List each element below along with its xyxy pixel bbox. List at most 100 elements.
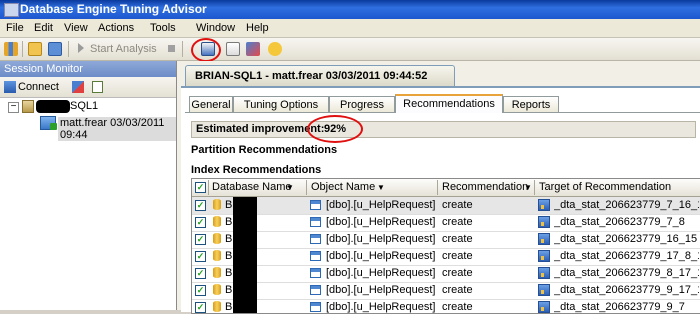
menu-file[interactable]: File	[6, 22, 24, 34]
toolbar-separator	[182, 41, 183, 57]
table-row[interactable]: ✓ B [dbo].[u_HelpRequest] create _dta_stat_2…	[192, 248, 700, 266]
window-title: Database Engine Tuning Advisor	[20, 2, 207, 16]
session-monitor-header: Session Monitor	[0, 61, 176, 77]
tab-reports[interactable]: Reports	[503, 96, 559, 112]
statistics-icon	[538, 199, 550, 211]
database-icon	[213, 284, 221, 295]
table-row[interactable]: ✓ B [dbo].[u_HelpRequest] create _dta_stat_2…	[192, 299, 700, 313]
object-name-cell: [dbo].[u_HelpRequest]	[326, 233, 436, 245]
statistics-icon	[538, 233, 550, 245]
col-object-name-dropdown-icon[interactable]: ▼	[377, 183, 385, 192]
row-checkbox[interactable]: ✓	[195, 285, 206, 296]
col-recommendation-dropdown-icon[interactable]: ▼	[524, 183, 532, 192]
select-all-checkbox[interactable]: ✓	[195, 182, 206, 193]
statistics-icon	[538, 267, 550, 279]
session-tree-item[interactable]: matt.frear 03/03/2011 09:44	[58, 117, 176, 141]
object-name-cell: [dbo].[u_HelpRequest]	[326, 301, 436, 313]
table-row[interactable]: ✓ B [dbo].[u_HelpRequest] create _dta_stat_2…	[192, 282, 700, 300]
tab-general[interactable]: General	[189, 96, 233, 112]
redacted-database-name	[233, 231, 257, 248]
statistics-icon	[538, 216, 550, 228]
redacted-database-name	[233, 248, 257, 265]
tab-strip: General Tuning Options Progress Recommen…	[185, 94, 700, 113]
recommendation-cell: create	[442, 199, 473, 211]
database-name-cell: B	[225, 284, 233, 296]
open-file-icon[interactable]	[28, 42, 42, 56]
tree-collapse-toggle[interactable]: −	[8, 102, 19, 113]
grid-header: ✓ Database Name ▼ Object Name ▼ Recommen…	[192, 179, 700, 197]
row-checkbox[interactable]: ✓	[195, 302, 206, 313]
menu-help[interactable]: Help	[246, 22, 269, 34]
database-icon	[213, 233, 221, 244]
target-cell: _dta_stat_206623779_7_16_17_	[554, 199, 699, 211]
table-object-icon	[310, 200, 321, 210]
window-title-bar[interactable]: Database Engine Tuning Advisor	[0, 0, 700, 19]
row-checkbox[interactable]: ✓	[195, 200, 206, 211]
table-row[interactable]: ✓ B [dbo].[u_HelpRequest] create _dta_stat_2…	[192, 197, 700, 215]
database-name-cell: B	[225, 233, 233, 245]
help-icon[interactable]	[268, 42, 282, 56]
row-checkbox[interactable]: ✓	[195, 251, 206, 262]
connect-icon	[4, 81, 16, 93]
target-cell: _dta_stat_206623779_9_7	[554, 301, 685, 313]
menu-edit[interactable]: Edit	[34, 22, 53, 34]
menu-tools[interactable]: Tools	[150, 22, 176, 34]
menu-window[interactable]: Window	[196, 22, 235, 34]
table-object-icon	[310, 217, 321, 227]
properties-icon[interactable]	[92, 81, 103, 93]
document-tab[interactable]: BRIAN-SQL1 - matt.frear 03/03/2011 09:44…	[185, 65, 455, 86]
row-checkbox[interactable]: ✓	[195, 217, 206, 228]
evaluate-icon[interactable]	[246, 42, 260, 56]
table-row[interactable]: ✓ B [dbo].[u_HelpRequest] create _dta_stat_2…	[192, 231, 700, 249]
object-name-cell: [dbo].[u_HelpRequest]	[326, 267, 436, 279]
database-name-cell: B	[225, 267, 233, 279]
tab-progress[interactable]: Progress	[329, 96, 395, 112]
new-session-icon[interactable]	[4, 42, 18, 56]
main-toolbar: Start Analysis	[0, 38, 700, 62]
statistics-icon	[538, 301, 550, 313]
report-icon[interactable]	[226, 42, 240, 56]
menu-actions[interactable]: Actions	[98, 22, 134, 34]
annotation-circle	[307, 115, 363, 143]
database-icon	[213, 216, 221, 227]
col-database-name-dropdown-icon[interactable]: ▼	[286, 183, 294, 192]
save-icon[interactable]	[48, 42, 62, 56]
table-row[interactable]: ✓ B [dbo].[u_HelpRequest] create _dta_stat_2…	[192, 265, 700, 283]
col-recommendation[interactable]: Recommendation	[442, 181, 528, 193]
redacted-database-name	[233, 214, 257, 231]
table-object-icon	[310, 268, 321, 278]
database-name-cell: B	[225, 250, 233, 262]
recommendation-cell: create	[442, 284, 473, 296]
col-object-name[interactable]: Object Name	[311, 181, 375, 193]
toolbar-separator	[22, 41, 23, 57]
tab-recommendations[interactable]: Recommendations	[395, 94, 503, 113]
row-checkbox[interactable]: ✓	[195, 234, 206, 245]
play-icon	[78, 43, 84, 53]
row-checkbox[interactable]: ✓	[195, 268, 206, 279]
recommendation-cell: create	[442, 216, 473, 228]
connect-button[interactable]: Connect	[18, 81, 59, 93]
tab-tuning-options[interactable]: Tuning Options	[233, 96, 329, 112]
recommendation-cell: create	[442, 267, 473, 279]
table-row[interactable]: ✓ B [dbo].[u_HelpRequest] create _dta_stat_2…	[192, 214, 700, 232]
start-analysis-button[interactable]: Start Analysis	[90, 43, 157, 55]
column-separator	[534, 180, 535, 195]
table-object-icon	[310, 234, 321, 244]
server-name-suffix[interactable]: SQL1	[70, 100, 98, 112]
recommendation-cell: create	[442, 233, 473, 245]
target-cell: _dta_stat_206623779_16_15	[554, 233, 698, 245]
redacted-server-name	[36, 100, 70, 113]
app-icon	[4, 3, 19, 17]
column-separator	[306, 180, 307, 195]
menu-bar: File Edit View Actions Tools Window Help	[0, 19, 700, 38]
document-area: BRIAN-SQL1 - matt.frear 03/03/2011 09:44…	[177, 61, 700, 314]
object-name-cell: [dbo].[u_HelpRequest]	[326, 250, 436, 262]
disconnect-icon[interactable]	[72, 81, 84, 93]
redacted-database-name	[233, 282, 257, 299]
menu-view[interactable]: View	[64, 22, 88, 34]
col-database-name[interactable]: Database Name	[212, 181, 292, 193]
session-monitor-panel: Session Monitor Connect − SQL1 matt.frea…	[0, 61, 177, 310]
col-target-of-recommendation[interactable]: Target of Recommendation	[539, 181, 671, 193]
target-cell: _dta_stat_206623779_9_17_14_8	[554, 284, 699, 296]
table-object-icon	[310, 251, 321, 261]
